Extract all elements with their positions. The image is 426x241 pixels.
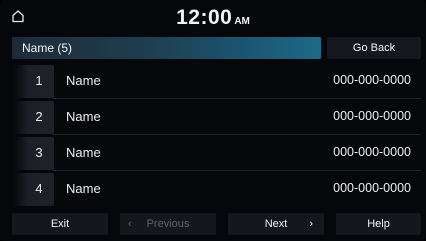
help-label: Help [367,218,390,230]
list-title-bar: Name (5) [12,37,321,59]
row-divider [52,98,421,99]
list-item[interactable]: 4 Name 000-000-0000 [12,172,421,207]
list-item-index: 3 [35,145,43,160]
list-item-phone: 000-000-0000 [333,109,411,123]
list-item[interactable]: 3 Name 000-000-0000 [12,136,421,171]
row-divider [52,170,421,171]
next-label: Next [264,218,288,230]
list-item-index: 4 [35,181,43,196]
list-item-name: Name [66,145,101,160]
go-back-button[interactable]: Go Back [327,37,421,59]
clock-time: 12:00 [176,6,233,29]
list-item-name: Name [66,109,101,124]
list-item-phone: 000-000-0000 [333,145,411,159]
help-button[interactable]: Help [336,213,421,235]
list-item[interactable]: 2 Name 000-000-0000 [12,100,421,135]
clock: 12:00 AM [0,6,426,30]
previous-label: Previous [146,218,190,230]
status-bar: 12:00 AM [0,0,426,34]
list-item-index: 2 [35,109,43,124]
list-item-index: 1 [35,73,43,88]
list-item-phone: 000-000-0000 [333,181,411,195]
list-item-name: Name [66,181,101,196]
next-button[interactable]: Next › [228,213,324,235]
phonebook-screen: 12:00 AM Name (5) Go Back 1 Name 000-000-… [0,0,426,241]
clock-ampm: AM [234,16,250,27]
list-item-name: Name [66,73,101,88]
row-divider [52,134,421,135]
chevron-left-icon: ‹ [128,218,132,230]
list-title: Name (5) [22,41,73,55]
list-item[interactable]: 1 Name 000-000-0000 [12,64,421,99]
exit-label: Exit [50,218,70,230]
chevron-right-icon: › [309,218,313,230]
previous-button: ‹ Previous [120,213,216,235]
exit-button[interactable]: Exit [12,213,108,235]
list-item-phone: 000-000-0000 [333,73,411,87]
